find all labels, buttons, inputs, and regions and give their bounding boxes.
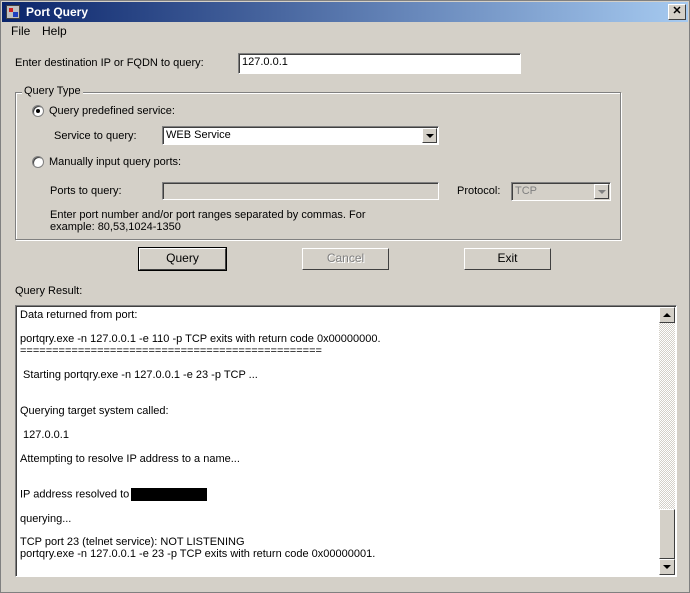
- scroll-up-icon[interactable]: [659, 307, 675, 323]
- result-line-resolved: IP address resolved to: [20, 488, 208, 501]
- service-value: WEB Service: [166, 129, 231, 141]
- result-line: portqry.exe -n 127.0.0.1 -e 110 -p TCP e…: [20, 333, 381, 345]
- predefined-radio[interactable]: [32, 105, 44, 117]
- result-line: portqry.exe -n 127.0.0.1 -e 23 -p TCP ex…: [20, 548, 376, 560]
- result-scrollbar[interactable]: [659, 307, 675, 575]
- query-type-label: Query Type: [22, 85, 83, 97]
- close-icon[interactable]: ✕: [668, 4, 686, 20]
- protocol-select[interactable]: TCP: [511, 182, 611, 201]
- hint-line-2: example: 80,53,1024-1350: [50, 221, 181, 233]
- result-line: TCP port 23 (telnet service): NOT LISTEN…: [20, 536, 245, 548]
- predefined-label: Query predefined service:: [49, 105, 175, 117]
- protocol-label: Protocol:: [457, 185, 501, 197]
- manual-label: Manually input query ports:: [49, 156, 182, 168]
- title-bar[interactable]: Port Query ✕: [2, 2, 688, 22]
- menu-bar: File Help: [2, 22, 688, 40]
- service-label: Service to query:: [54, 130, 137, 142]
- protocol-value: TCP: [515, 185, 537, 197]
- redacted-block: [131, 488, 208, 501]
- result-line: querying...: [20, 513, 72, 525]
- menu-help[interactable]: Help: [42, 24, 67, 38]
- result-line: 127.0.0.1: [20, 429, 69, 441]
- scroll-down-icon[interactable]: [659, 559, 675, 575]
- exit-button[interactable]: Exit: [464, 248, 551, 270]
- service-select[interactable]: WEB Service: [162, 126, 439, 145]
- scroll-thumb[interactable]: [659, 509, 675, 559]
- query-button[interactable]: Query: [138, 247, 227, 271]
- result-line: ========================================…: [20, 345, 322, 357]
- window-title: Port Query: [26, 5, 89, 19]
- result-line: Querying target system called:: [20, 405, 169, 417]
- result-line: Attempting to resolve IP address to a na…: [20, 453, 240, 465]
- manual-radio[interactable]: [32, 156, 44, 168]
- destination-label: Enter destination IP or FQDN to query:: [15, 57, 204, 69]
- result-line: Starting portqry.exe -n 127.0.0.1 -e 23 …: [20, 369, 258, 381]
- result-line: Data returned from port:: [20, 309, 138, 321]
- app-window: Port Query ✕ File Help Enter destination…: [0, 0, 690, 593]
- chevron-down-icon[interactable]: [422, 128, 437, 143]
- ports-label: Ports to query:: [50, 185, 122, 197]
- destination-input[interactable]: 127.0.0.1: [238, 53, 521, 74]
- result-textarea[interactable]: Data returned from port: portqry.exe -n …: [15, 305, 677, 577]
- resolved-text: IP address resolved to: [20, 488, 130, 501]
- menu-file[interactable]: File: [11, 24, 30, 38]
- chevron-down-icon[interactable]: [594, 184, 609, 199]
- app-icon: [6, 5, 20, 19]
- hint-line-1: Enter port number and/or port ranges sep…: [50, 209, 366, 221]
- result-label: Query Result:: [15, 285, 83, 297]
- cancel-button[interactable]: Cancel: [302, 248, 389, 270]
- ports-input[interactable]: [162, 182, 439, 200]
